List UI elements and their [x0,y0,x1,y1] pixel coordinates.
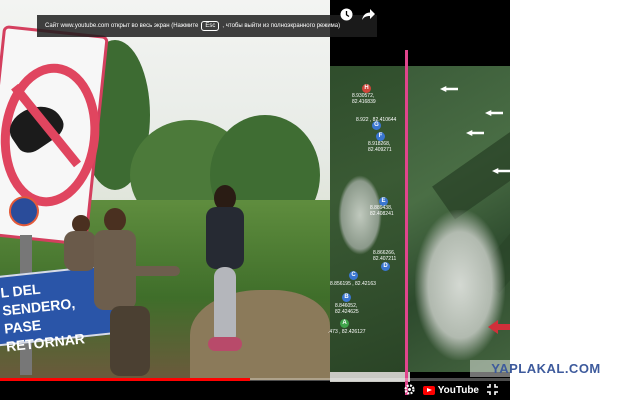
youtube-play-icon [422,386,435,395]
person-standing [200,185,250,360]
video-player[interactable]: L DEL SENDERO, PASE RETORNAR H 8.930572, 8… [0,0,510,400]
map-marker-coords: 8.866266, 82.407211 [373,250,397,262]
notice-text: Сайт www.youtube.com открыт во весь экра… [45,23,199,29]
person-seated [90,208,180,378]
cloud [415,210,505,360]
map-marker-coords: 8.846052, 82.424625 [335,303,359,315]
clock-icon[interactable] [340,8,353,21]
map-marker-b: B [342,293,351,302]
map-marker-coords: 8.930572, 82.416839 [352,93,376,105]
red-pin-icon [488,320,510,334]
route-line [405,50,408,395]
map-marker-d: D [381,262,390,271]
player-top-icons [340,8,375,21]
esc-key-badge: Esc [201,21,220,31]
site-watermark: YAPLAKAL.COM [470,360,622,377]
notice-text-end: , чтобы выйти из полноэкранного режима) [222,23,341,29]
settings-icon[interactable] [404,383,415,398]
share-icon[interactable] [362,8,375,21]
map-marker-coords: 8.889438, 82.408241 [370,205,394,217]
map-marker-c: C [349,271,358,280]
map-marker-coords: 8.922 , 82.410644 [356,117,397,123]
player-controls: YouTube [0,381,510,400]
fullscreen-exit-icon[interactable] [487,383,498,398]
map-marker-coords: .473 , 82.426127 [328,329,366,335]
map-marker-coords: 8.918268, 82.409271 [368,141,392,153]
map-marker-h: H [362,84,371,93]
map-marker-coords: 8.856195 , 82.42163 [330,281,376,287]
youtube-brand-text: YouTube [437,385,479,396]
fullscreen-notice: Сайт www.youtube.com открыт во весь экра… [37,15,377,37]
youtube-logo[interactable]: YouTube [422,385,479,396]
map-marker-f: F [376,132,385,141]
map-marker-a: A [340,319,349,328]
